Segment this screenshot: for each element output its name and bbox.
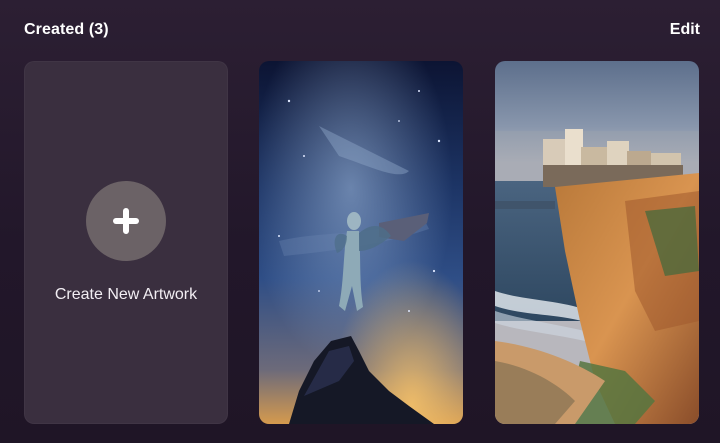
create-new-artwork-card[interactable]: Create New Artwork (24, 61, 228, 424)
artwork-thumbnail[interactable] (495, 61, 699, 424)
edit-button[interactable]: Edit (670, 21, 700, 39)
section-title: Created (3) (24, 21, 109, 38)
plus-icon (113, 208, 139, 234)
artwork-image (495, 61, 699, 424)
add-button-circle[interactable] (86, 181, 166, 261)
create-new-artwork-label: Create New Artwork (54, 286, 198, 303)
artwork-thumbnail[interactable] (259, 61, 463, 424)
artwork-image (259, 61, 463, 424)
